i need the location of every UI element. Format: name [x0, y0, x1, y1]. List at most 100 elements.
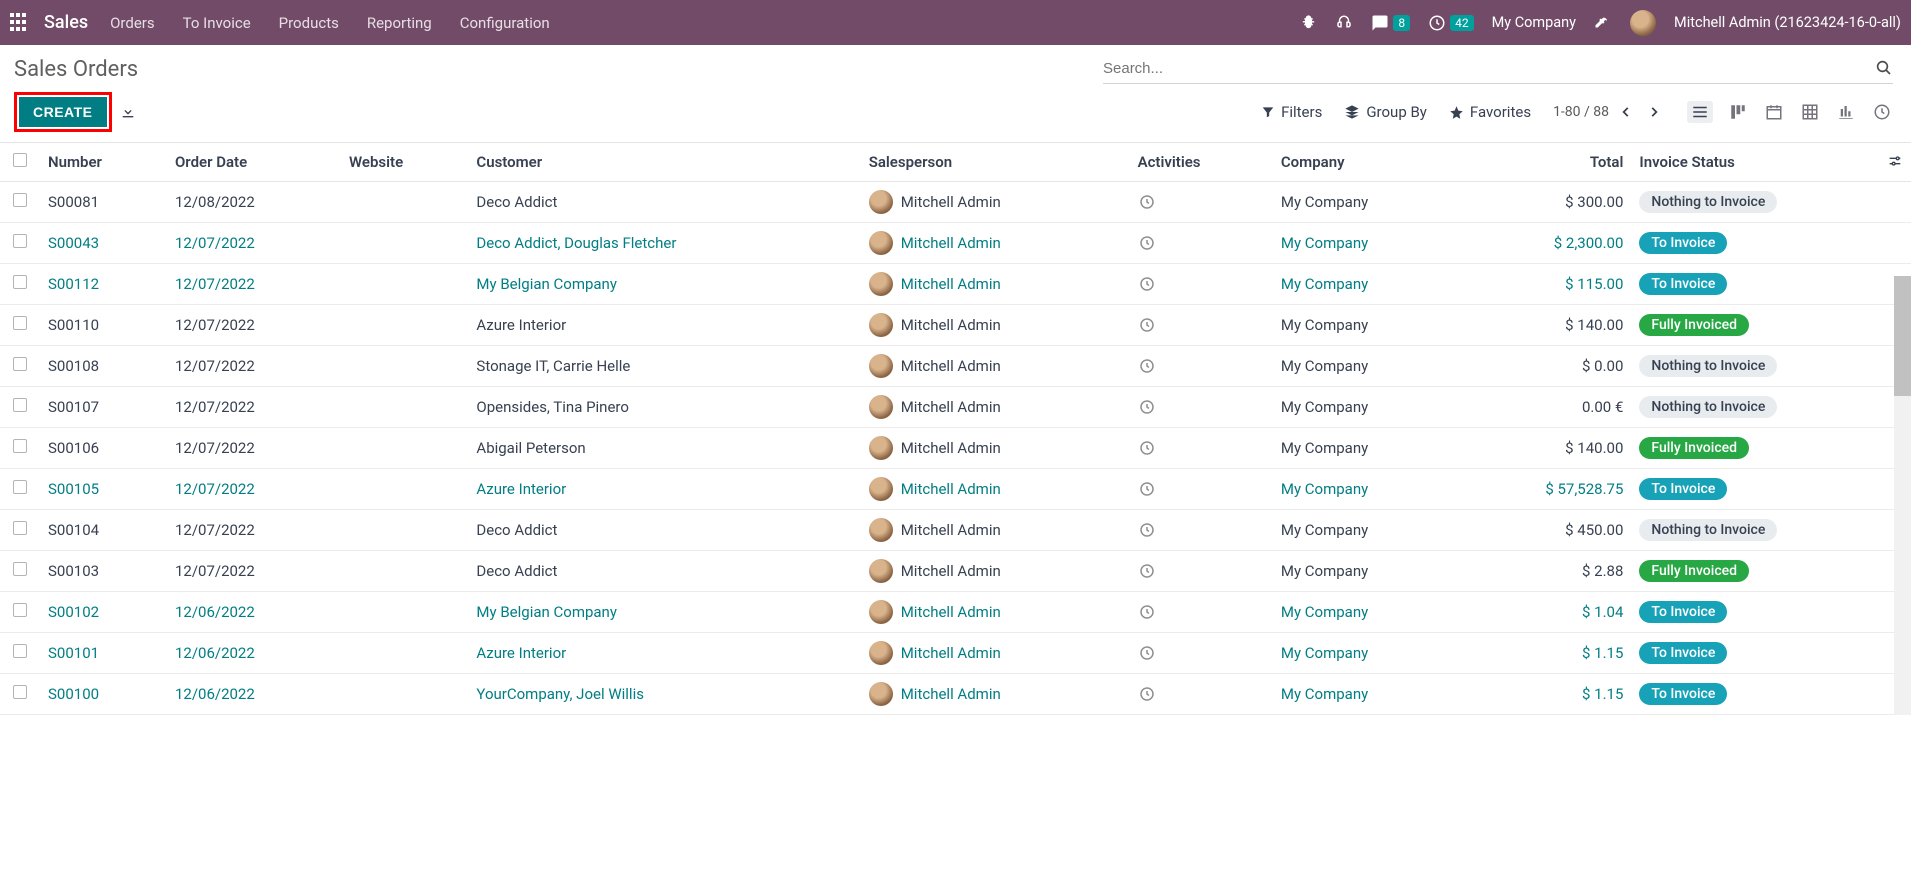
cell-number[interactable]: S00100 — [48, 685, 99, 703]
row-checkbox[interactable] — [13, 603, 27, 617]
row-checkbox[interactable] — [13, 193, 27, 207]
cell-company[interactable]: My Company — [1281, 603, 1368, 621]
cell-customer[interactable]: YourCompany, Joel Willis — [476, 685, 644, 703]
kanban-view-icon[interactable] — [1727, 101, 1749, 123]
cell-salesperson[interactable]: Mitchell Admin — [869, 395, 1122, 419]
clock-icon[interactable] — [1138, 193, 1265, 211]
clock-icon[interactable] — [1138, 316, 1265, 334]
table-row[interactable]: S0010112/06/2022Azure InteriorMitchell A… — [0, 633, 1911, 674]
row-checkbox[interactable] — [13, 562, 27, 576]
clock-icon[interactable] — [1138, 644, 1265, 662]
col-website[interactable]: Website — [341, 143, 468, 182]
col-activities[interactable]: Activities — [1130, 143, 1273, 182]
cell-customer[interactable]: Abigail Peterson — [476, 439, 585, 457]
cell-customer[interactable]: My Belgian Company — [476, 275, 617, 293]
create-button[interactable]: CREATE — [19, 97, 107, 127]
cell-customer[interactable]: Deco Addict — [476, 562, 557, 580]
cell-customer[interactable]: Azure Interior — [476, 316, 566, 334]
user-name[interactable]: Mitchell Admin (21623424-16-0-all) — [1674, 14, 1901, 31]
pager-prev[interactable] — [1615, 105, 1637, 119]
cell-salesperson[interactable]: Mitchell Admin — [869, 313, 1122, 337]
activities-icon[interactable]: 42 — [1428, 14, 1474, 32]
row-checkbox[interactable] — [13, 234, 27, 248]
table-row[interactable]: S0010212/06/2022My Belgian CompanyMitche… — [0, 592, 1911, 633]
row-checkbox[interactable] — [13, 316, 27, 330]
clock-icon[interactable] — [1138, 275, 1265, 293]
activity-view-icon[interactable] — [1871, 101, 1893, 123]
cell-number[interactable]: S00103 — [48, 562, 99, 580]
table-row[interactable]: S0008112/08/2022Deco AddictMitchell Admi… — [0, 182, 1911, 223]
cell-number[interactable]: S00107 — [48, 398, 99, 416]
table-row[interactable]: S0011212/07/2022My Belgian CompanyMitche… — [0, 264, 1911, 305]
col-company[interactable]: Company — [1273, 143, 1461, 182]
favorites-button[interactable]: Favorites — [1449, 103, 1531, 121]
avatar[interactable] — [1630, 10, 1656, 36]
cell-salesperson[interactable]: Mitchell Admin — [869, 477, 1122, 501]
row-checkbox[interactable] — [13, 275, 27, 289]
calendar-view-icon[interactable] — [1763, 101, 1785, 123]
pivot-view-icon[interactable] — [1799, 101, 1821, 123]
cell-salesperson[interactable]: Mitchell Admin — [869, 682, 1122, 706]
row-checkbox[interactable] — [13, 521, 27, 535]
clock-icon[interactable] — [1138, 685, 1265, 703]
clock-icon[interactable] — [1138, 480, 1265, 498]
cell-company[interactable]: My Company — [1281, 357, 1368, 375]
col-invoice-status[interactable]: Invoice Status — [1631, 143, 1911, 182]
cell-salesperson[interactable]: Mitchell Admin — [869, 559, 1122, 583]
cell-company[interactable]: My Company — [1281, 316, 1368, 334]
cell-company[interactable]: My Company — [1281, 480, 1368, 498]
download-icon[interactable] — [120, 104, 136, 120]
cell-salesperson[interactable]: Mitchell Admin — [869, 272, 1122, 296]
table-row[interactable]: S0010512/07/2022Azure InteriorMitchell A… — [0, 469, 1911, 510]
bug-icon[interactable] — [1300, 14, 1317, 31]
table-row[interactable]: S0004312/07/2022Deco Addict, Douglas Fle… — [0, 223, 1911, 264]
cell-number[interactable]: S00106 — [48, 439, 99, 457]
cell-number[interactable]: S00110 — [48, 316, 99, 334]
cell-customer[interactable]: Deco Addict — [476, 193, 557, 211]
row-checkbox[interactable] — [13, 644, 27, 658]
support-icon[interactable] — [1335, 14, 1353, 32]
cell-number[interactable]: S00105 — [48, 480, 99, 498]
scrollbar[interactable] — [1894, 276, 1911, 715]
clock-icon[interactable] — [1138, 234, 1265, 252]
clock-icon[interactable] — [1138, 439, 1265, 457]
table-row[interactable]: S0010612/07/2022Abigail PetersonMitchell… — [0, 428, 1911, 469]
cell-company[interactable]: My Company — [1281, 439, 1368, 457]
cell-salesperson[interactable]: Mitchell Admin — [869, 641, 1122, 665]
cell-customer[interactable]: Deco Addict — [476, 521, 557, 539]
cell-salesperson[interactable]: Mitchell Admin — [869, 600, 1122, 624]
cell-salesperson[interactable]: Mitchell Admin — [869, 231, 1122, 255]
clock-icon[interactable] — [1138, 562, 1265, 580]
col-orderdate[interactable]: Order Date — [167, 143, 341, 182]
row-checkbox[interactable] — [13, 685, 27, 699]
filters-button[interactable]: Filters — [1261, 103, 1322, 121]
cell-salesperson[interactable]: Mitchell Admin — [869, 518, 1122, 542]
clock-icon[interactable] — [1138, 603, 1265, 621]
cell-number[interactable]: S00104 — [48, 521, 99, 539]
cell-company[interactable]: My Company — [1281, 234, 1368, 252]
cell-company[interactable]: My Company — [1281, 644, 1368, 662]
company-switcher[interactable]: My Company — [1492, 14, 1576, 31]
row-checkbox[interactable] — [13, 439, 27, 453]
col-total[interactable]: Total — [1461, 143, 1632, 182]
select-all-checkbox[interactable] — [13, 153, 27, 167]
cell-customer[interactable]: Opensides, Tina Pinero — [476, 398, 629, 416]
cell-customer[interactable]: Azure Interior — [476, 644, 566, 662]
cell-company[interactable]: My Company — [1281, 521, 1368, 539]
cell-number[interactable]: S00043 — [48, 234, 99, 252]
col-customer[interactable]: Customer — [468, 143, 860, 182]
clock-icon[interactable] — [1138, 398, 1265, 416]
cell-company[interactable]: My Company — [1281, 685, 1368, 703]
row-checkbox[interactable] — [13, 480, 27, 494]
cell-customer[interactable]: My Belgian Company — [476, 603, 617, 621]
search-icon[interactable] — [1875, 59, 1893, 77]
cell-number[interactable]: S00081 — [48, 193, 99, 211]
tools-icon[interactable] — [1594, 14, 1612, 32]
cell-company[interactable]: My Company — [1281, 193, 1368, 211]
cell-number[interactable]: S00102 — [48, 603, 99, 621]
nav-products[interactable]: Products — [279, 14, 339, 32]
cell-customer[interactable]: Deco Addict, Douglas Fletcher — [476, 234, 676, 252]
table-row[interactable]: S0010412/07/2022Deco AddictMitchell Admi… — [0, 510, 1911, 551]
row-checkbox[interactable] — [13, 357, 27, 371]
graph-view-icon[interactable] — [1835, 101, 1857, 123]
